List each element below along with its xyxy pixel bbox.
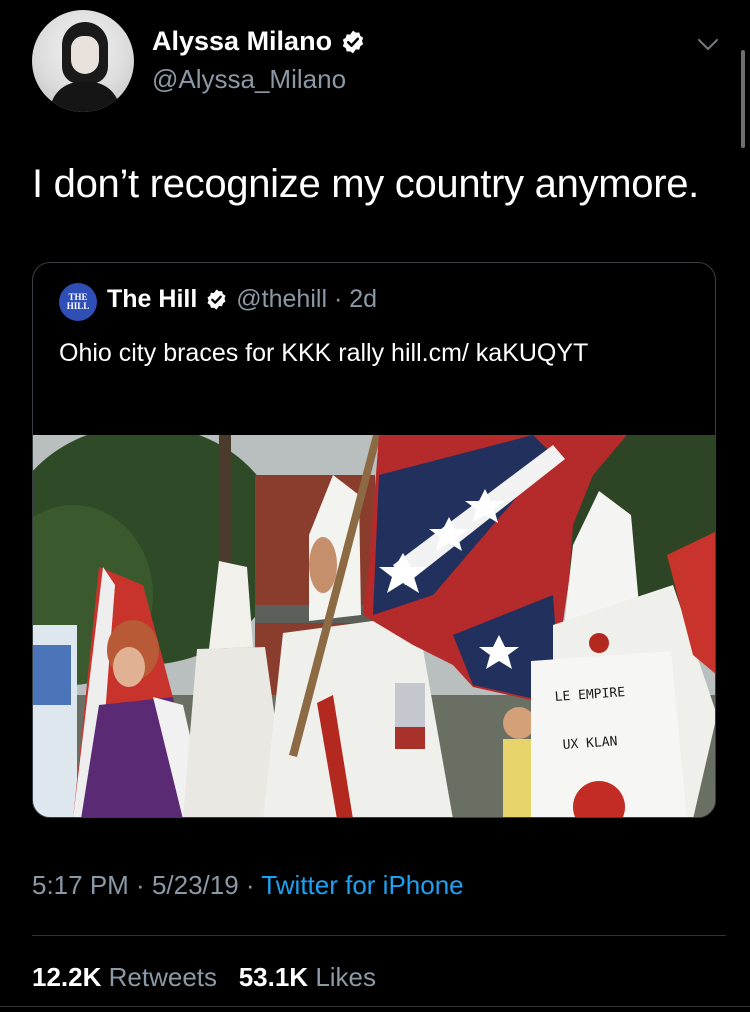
- rally-photo-illustration: LE EMPIRE UX KLAN: [33, 435, 715, 817]
- author-name-row[interactable]: Alyssa Milano: [152, 26, 366, 57]
- likes-count: 53.1K: [238, 962, 309, 992]
- quoted-tweet-photo[interactable]: LE EMPIRE UX KLAN: [33, 435, 715, 817]
- meta-separator: ·: [128, 870, 152, 900]
- quoted-author-handle[interactable]: @thehill: [236, 285, 327, 314]
- retweets-count: 12.2K: [32, 962, 102, 992]
- the-hill-logo-icon: THE HILL: [59, 283, 97, 321]
- retweets-stat[interactable]: 12.2K Retweets: [32, 962, 217, 992]
- author-handle[interactable]: @Alyssa_Milano: [152, 64, 346, 95]
- likes-label: Likes: [315, 962, 377, 992]
- author-avatar[interactable]: [32, 10, 134, 112]
- quoted-tweet-card[interactable]: THE HILL The Hill @thehill · 2d Ohio cit…: [32, 262, 716, 818]
- author-name[interactable]: Alyssa Milano: [152, 26, 332, 57]
- avatar-shoulders: [50, 82, 120, 112]
- quoted-tweet-age: 2d: [349, 285, 378, 313]
- likes-stat[interactable]: 53.1K Likes: [239, 962, 376, 992]
- tweet-detail-screen: Alyssa Milano @Alyssa_Milano I don’t rec…: [0, 0, 750, 1012]
- divider: [0, 1006, 750, 1007]
- quoted-author-name[interactable]: The Hill: [107, 285, 197, 314]
- tweet-date: 5/23/19: [151, 870, 239, 900]
- retweets-label: Retweets: [108, 962, 218, 992]
- divider: [32, 935, 726, 936]
- scroll-indicator: [741, 50, 745, 148]
- tweet-source-link[interactable]: Twitter for iPhone: [261, 870, 463, 900]
- the-hill-logo-text: THE HILL: [66, 292, 90, 311]
- tweet-time: 5:17 PM: [32, 870, 129, 900]
- tweet-stats: 12.2K Retweets 53.1K Likes: [32, 962, 376, 993]
- chevron-down-icon[interactable]: [694, 30, 722, 58]
- verified-badge-icon: [205, 288, 228, 311]
- tweet-text: I don’t recognize my country anymore.: [32, 162, 699, 206]
- tweet-meta: 5:17 PM · 5/23/19 · Twitter for iPhone: [32, 870, 464, 901]
- quoted-tweet-text: Ohio city braces for KKK rally hill.cm/ …: [59, 339, 589, 367]
- meta-separator: ·: [238, 870, 262, 900]
- avatar-face: [71, 36, 99, 74]
- separator-dot: ·: [333, 285, 343, 313]
- quoted-tweet-header: The Hill @thehill · 2d: [107, 285, 377, 314]
- verified-badge-icon: [340, 29, 366, 55]
